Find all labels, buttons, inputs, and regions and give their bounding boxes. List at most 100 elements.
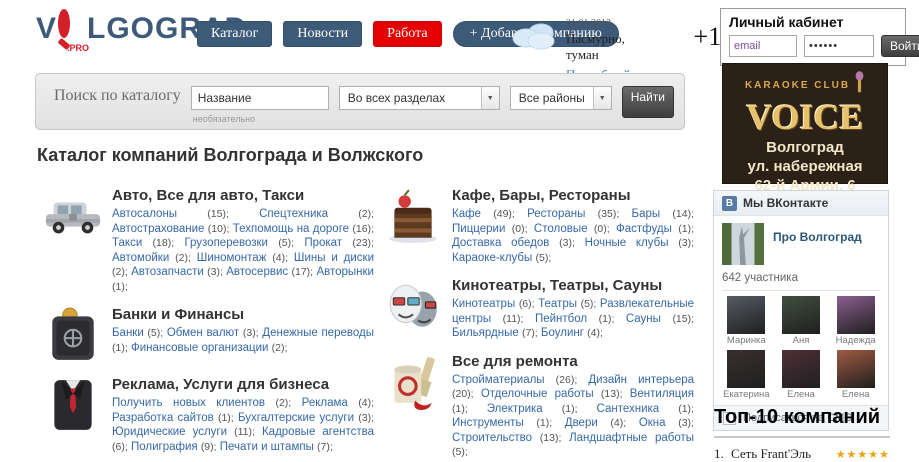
category-link[interactable]: Кафе [452, 208, 481, 220]
category-link[interactable]: Кинотеатры [452, 298, 515, 310]
member-photo[interactable] [727, 350, 766, 388]
volgograd-portal-page: V .PRO LGOGRAD Каталог Новости Работа + … [0, 0, 919, 462]
vk-widget: В Мы ВКонтакте Про Волгоград 642 участни… [713, 190, 889, 431]
category-link[interactable]: Автосервис [226, 266, 288, 278]
category-link[interactable]: Полиграфия [131, 441, 198, 453]
category-link[interactable]: Получить новых клиентов [112, 397, 265, 409]
vk-member: Аня [777, 296, 826, 346]
top10-list: 1. Сеть Frant'Эль ★★★★★ [714, 446, 890, 462]
category-link[interactable]: Автозапчасти [131, 266, 204, 278]
category-link[interactable]: Бухгалтерские услуги [238, 412, 354, 424]
sections-select[interactable]: Во всех разделах ▼ [338, 86, 500, 110]
member-photo[interactable] [781, 350, 820, 388]
vk-member: Маринка [722, 296, 771, 346]
company-link[interactable]: Сеть Frant'Эль [731, 446, 836, 462]
category-auto: Авто, Все для авто, Такси Автосалоны (15… [44, 187, 374, 294]
category-link[interactable]: Денежные переводы [262, 327, 374, 339]
category-link[interactable]: Реклама [302, 397, 348, 409]
category-title[interactable]: Реклама, Услуги для бизнеса [112, 376, 374, 393]
category-link[interactable]: Бильярдные [452, 327, 519, 339]
category-link[interactable]: Окна [639, 417, 666, 429]
category-link[interactable]: Ночные клубы [585, 237, 669, 249]
category-link[interactable]: Стройматериалы [452, 374, 545, 386]
search-name-input[interactable] [190, 86, 329, 110]
category-link[interactable]: Разработка сайтов [112, 412, 214, 424]
category-count: (9); [200, 440, 217, 453]
member-photo[interactable] [836, 350, 875, 388]
category-link[interactable]: Отделочные работы [481, 388, 594, 400]
category-link[interactable]: Фастфуды [616, 223, 672, 235]
category-title[interactable]: Все для ремонта [452, 353, 694, 370]
category-link[interactable]: Боулинг [541, 327, 584, 339]
category-link[interactable]: Техпомощь на дороге [233, 223, 349, 235]
category-link[interactable]: Вентиляция [630, 388, 694, 400]
category-link[interactable]: Печати и штампы [220, 441, 314, 453]
category-link[interactable]: Бары [632, 208, 661, 220]
category-count: (23); [352, 237, 374, 249]
category-count: (2); [112, 266, 128, 278]
category-link[interactable]: Банки [112, 327, 144, 339]
nav-catalog-button[interactable]: Каталог [197, 21, 273, 47]
category-link[interactable]: Театры [538, 298, 577, 310]
category-link[interactable]: Двери [565, 417, 598, 429]
category-link[interactable]: Шины и диски [294, 252, 374, 264]
category-count: (5); [147, 327, 164, 339]
vk-members-grid: Маринка Аня Надежда Екатерина Елена Елена [722, 296, 880, 400]
category-link[interactable]: Автомойки [112, 252, 169, 264]
category-count: (3); [678, 417, 694, 429]
karaoke-club-banner[interactable]: KARAOKE CLUB VOICE Волгоград ул. набереж… [722, 63, 888, 194]
category-count: (2); [175, 251, 191, 264]
category-link[interactable]: Строительство [452, 432, 532, 444]
category-link[interactable]: Авторынки [316, 266, 374, 278]
category-title[interactable]: Авто, Все для авто, Такси [112, 187, 374, 204]
suit-icon [44, 376, 102, 434]
category-title[interactable]: Банки и Финансы [112, 306, 374, 323]
category-link[interactable]: Прокат [304, 237, 342, 249]
category-link[interactable]: Спецтехника [259, 208, 328, 220]
category-link[interactable]: Ландшафтные работы [569, 432, 694, 444]
vk-member: Елена [831, 350, 880, 400]
category-link[interactable]: Пейнтбол [535, 313, 587, 325]
category-link[interactable]: Автострахование [112, 223, 204, 235]
category-link[interactable]: Кадровые агентства [262, 426, 374, 438]
category-link[interactable]: Дизайн интерьера [588, 374, 694, 386]
category-link[interactable]: Инструменты [452, 417, 524, 429]
find-button[interactable]: Найти [621, 86, 674, 118]
category-link[interactable]: Такси [112, 237, 142, 249]
weather-condition-2: туман [566, 47, 599, 63]
member-photo[interactable] [727, 296, 766, 334]
category-link[interactable]: Сантехника [597, 403, 660, 415]
category-link[interactable]: Шиномонтаж [197, 252, 267, 264]
category-link[interactable]: Финансовые организации [131, 342, 269, 354]
category-title[interactable]: Кафе, Бары, Рестораны [452, 187, 694, 204]
districts-select[interactable]: Все районы ▼ [509, 86, 612, 110]
category-link[interactable]: Автосалоны [112, 208, 177, 220]
category-link[interactable]: Караоке-клубы [452, 252, 532, 264]
category-title[interactable]: Кинотеатры, Театры, Сауны [452, 277, 694, 294]
category-link[interactable]: Сауны [626, 313, 661, 325]
vk-group-link[interactable]: Про Волгоград [773, 230, 862, 265]
category-link[interactable]: Юридические услуги [112, 426, 227, 438]
password-field[interactable] [804, 35, 874, 57]
category-link[interactable]: Доставка обедов [452, 237, 549, 249]
category-link[interactable]: Столовые [534, 223, 588, 235]
nav-news-button[interactable]: Новости [283, 21, 363, 47]
catalog-search-bar: Поиск по каталогу необязательно Во всех … [35, 73, 685, 130]
vk-group-avatar[interactable] [722, 223, 764, 265]
category-link[interactable]: Обмен валют [167, 327, 239, 339]
category-count: (1); [536, 417, 553, 429]
category-count: (5); [535, 251, 552, 264]
category-link[interactable]: Электрика [487, 403, 543, 415]
member-photo[interactable] [781, 296, 820, 334]
category-link[interactable]: Рестораны [527, 208, 585, 220]
car-icon [44, 187, 102, 245]
email-field[interactable] [729, 35, 797, 57]
nav-jobs-button[interactable]: Работа [373, 21, 442, 47]
search-hint: необязательно [192, 114, 256, 124]
member-photo[interactable] [836, 296, 875, 334]
category-link[interactable]: Грузоперевозки [184, 237, 268, 249]
logo-domain: .PRO [67, 43, 90, 53]
login-button[interactable]: Войти [881, 35, 919, 57]
category-count: (1); [561, 402, 578, 415]
category-link[interactable]: Пиццерии [452, 223, 505, 235]
